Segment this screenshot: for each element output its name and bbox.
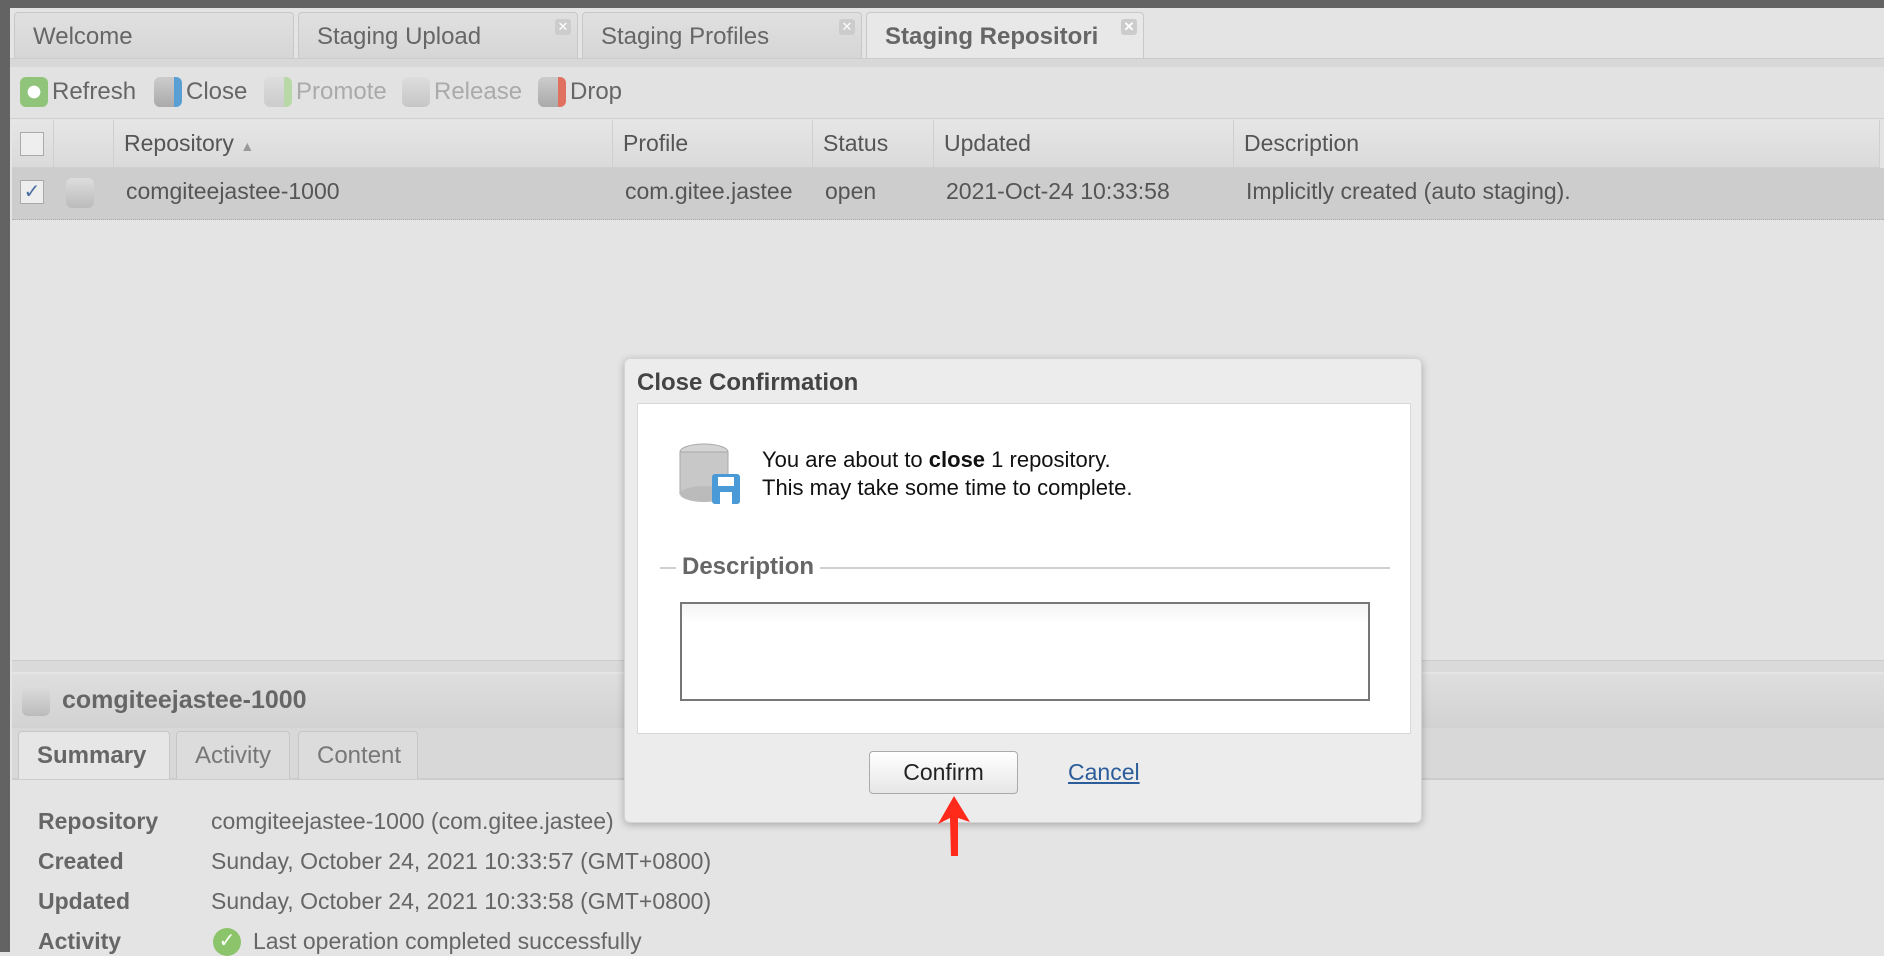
tab-staging-repositories[interactable]: Staging Repositori ✕ (866, 12, 1144, 60)
window-left-bar (0, 0, 10, 952)
repository-edit-icon (66, 178, 94, 208)
table-row[interactable]: ✓ comgiteejastee-1000 com.gitee.jastee o… (12, 168, 1884, 220)
field-label: Activity (38, 928, 122, 954)
cancel-link[interactable]: Cancel (1068, 759, 1140, 786)
description-legend: Description (676, 553, 821, 581)
close-tab-icon[interactable]: ✕ (555, 19, 571, 35)
field-value: Sunday, October 24, 2021 10:33:58 (GMT+0… (211, 888, 712, 914)
close-button[interactable]: Close (154, 77, 247, 107)
close-confirmation-dialog: Close Confirmation You are about to clos… (624, 358, 1422, 823)
message-action: close (928, 447, 986, 472)
confirm-button[interactable]: Confirm (869, 751, 1018, 794)
tab-label: Staging Repositori (885, 23, 1099, 50)
drop-label: Drop (570, 78, 623, 105)
field-value: Last operation completed successfully (253, 928, 642, 954)
promote-button[interactable]: Promote (264, 77, 387, 107)
field-label: Created (38, 848, 124, 874)
field-label: Repository (38, 808, 159, 834)
select-all-checkbox[interactable] (20, 132, 44, 156)
database-release-icon (402, 77, 430, 107)
tab-activity[interactable]: Activity (176, 731, 290, 779)
description-textarea[interactable] (680, 602, 1370, 701)
close-label: Close (186, 78, 248, 105)
promote-label: Promote (296, 78, 387, 105)
column-header-description[interactable]: Description (1234, 120, 1880, 168)
tab-content[interactable]: Content (298, 731, 418, 779)
cell-repository: comgiteejastee-1000 (126, 178, 340, 204)
tab-strip (10, 58, 1884, 67)
column-header-profile[interactable]: Profile (613, 120, 813, 168)
sort-ascending-icon: ▲ (240, 138, 255, 154)
tab-staging-profiles[interactable]: Staging Profiles ✕ (582, 12, 862, 58)
confirmation-message: You are about to close 1 repository. Thi… (762, 446, 1132, 502)
annotation-arrow-icon (938, 796, 970, 856)
refresh-icon (20, 77, 48, 107)
database-save-icon (679, 443, 740, 504)
cell-profile: com.gitee.jastee (625, 178, 793, 204)
grid-header: Repository ▲ Profile Status Updated Desc… (12, 120, 1880, 168)
field-label: Updated (38, 888, 130, 914)
refresh-label: Refresh (52, 78, 137, 105)
tab-welcome[interactable]: Welcome (14, 12, 294, 58)
column-label: Repository (124, 130, 234, 156)
database-drop-icon (538, 77, 566, 107)
detail-title: comgiteejastee-1000 (62, 686, 307, 714)
tab-label: Welcome (33, 23, 133, 50)
message-text: You are about to (762, 447, 929, 472)
release-button[interactable]: Release (402, 77, 522, 107)
refresh-button[interactable]: Refresh (20, 77, 136, 107)
column-header-repository[interactable]: Repository ▲ (114, 120, 613, 168)
tab-label: Staging Upload (317, 23, 482, 50)
row-checkbox[interactable]: ✓ (20, 180, 44, 204)
message-text: 1 repository. (985, 447, 1111, 472)
database-save-icon (154, 77, 182, 107)
close-tab-icon[interactable]: ✕ (839, 19, 855, 35)
icon-column-header (54, 120, 114, 168)
close-tab-icon[interactable]: ✕ (1121, 19, 1137, 35)
cell-description: Implicitly created (auto staging). (1246, 178, 1571, 204)
tab-staging-upload[interactable]: Staging Upload ✕ (298, 12, 578, 58)
toolbar: Refresh Close Promote Release Drop (10, 67, 1884, 119)
select-all-cell (12, 120, 54, 168)
dialog-title: Close Confirmation (637, 369, 859, 396)
field-value: Sunday, October 24, 2021 10:33:57 (GMT+0… (211, 848, 712, 874)
repository-edit-icon (22, 686, 50, 716)
message-line-2: This may take some time to complete. (762, 475, 1133, 500)
field-value: comgiteejastee-1000 (com.gitee.jastee) (211, 808, 614, 834)
release-label: Release (434, 78, 523, 105)
drop-button[interactable]: Drop (538, 77, 622, 107)
cell-status: open (825, 178, 877, 204)
database-promote-icon (264, 77, 292, 107)
dialog-body: You are about to close 1 repository. Thi… (637, 403, 1411, 734)
tab-label: Staging Profiles (601, 23, 770, 50)
cell-updated: 2021-Oct-24 10:33:58 (946, 178, 1170, 204)
column-header-status[interactable]: Status (813, 120, 934, 168)
column-header-updated[interactable]: Updated (934, 120, 1234, 168)
window-top-bar (0, 0, 1884, 8)
tab-summary[interactable]: Summary (18, 731, 170, 779)
